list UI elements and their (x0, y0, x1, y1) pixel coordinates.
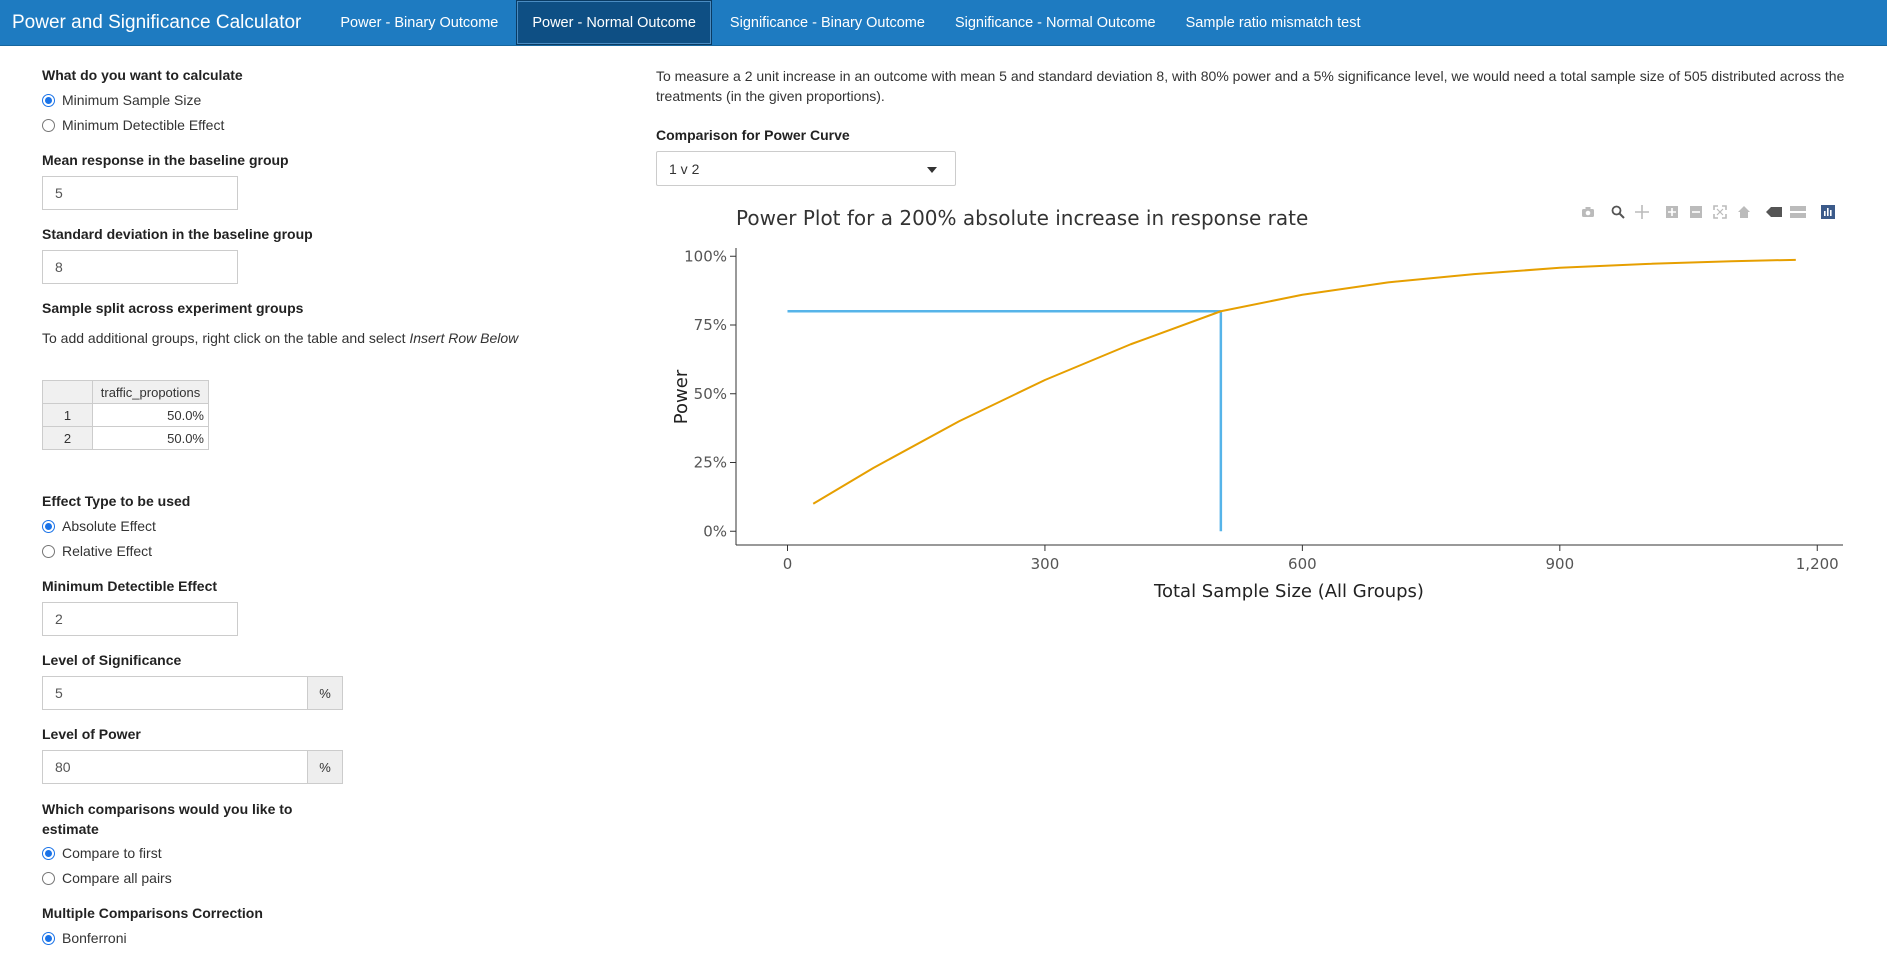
radio-checked-icon[interactable] (42, 93, 55, 107)
row-header[interactable]: 1 (42, 403, 93, 427)
home-icon[interactable] (1732, 201, 1756, 223)
chart-ticks: 0% 25% 50% 75% 100% 0 300 600 900 1,200 (684, 247, 1839, 573)
radio-checked-icon[interactable] (42, 931, 55, 945)
power-label: Level of Power (42, 726, 141, 742)
y-tick-label: 75% (694, 316, 727, 334)
x-tick-label: 300 (1031, 555, 1060, 573)
split-hint: To add additional groups, right click on… (42, 330, 518, 346)
percent-addon: % (307, 750, 343, 784)
split-hint-text: To add additional groups, right click on… (42, 330, 410, 346)
autoscale-icon[interactable] (1708, 201, 1732, 223)
table-row: 2 50.0% (42, 426, 209, 450)
y-tick-label: 50% (694, 385, 727, 403)
radio-bonferroni[interactable]: Bonferroni (42, 930, 127, 946)
x-tick-label: 1,200 (1796, 555, 1839, 573)
radio-absolute-effect[interactable]: Absolute Effect (42, 518, 156, 534)
y-tick-label: 100% (684, 247, 727, 265)
correction-label: Multiple Comparisons Correction (42, 905, 263, 921)
spike-lines-icon[interactable] (1762, 201, 1786, 223)
tab-power-normal[interactable]: Power - Normal Outcome (516, 0, 712, 45)
sd-input[interactable]: 8 (42, 250, 238, 284)
radio-checked-icon[interactable] (42, 846, 55, 860)
significance-label: Level of Significance (42, 652, 182, 668)
calc-label: What do you want to calculate (42, 67, 243, 83)
zoom-out-icon[interactable] (1684, 201, 1708, 223)
plot-modebar (1576, 201, 1840, 223)
zoom-icon[interactable] (1606, 201, 1630, 223)
x-tick-label: 600 (1288, 555, 1317, 573)
mean-label: Mean response in the baseline group (42, 152, 289, 168)
comparison-select[interactable]: 1 v 2 (656, 151, 956, 186)
compare-hover-icon[interactable] (1786, 201, 1810, 223)
radio-checked-icon[interactable] (42, 519, 55, 533)
chevron-down-icon (927, 167, 937, 173)
radio-min-detectible-effect[interactable]: Minimum Detectible Effect (42, 117, 224, 133)
radio-label: Minimum Sample Size (62, 92, 202, 108)
table-row: 1 50.0% (42, 403, 209, 427)
table-header-row: traffic_propotions (42, 380, 209, 404)
percent-addon: % (307, 676, 343, 710)
radio-unchecked-icon[interactable] (42, 118, 55, 132)
radio-unchecked-icon[interactable] (42, 871, 55, 885)
mean-input[interactable]: 5 (42, 176, 238, 210)
y-tick-label: 25% (694, 454, 727, 472)
x-tick-label: 0 (783, 555, 793, 573)
tab-power-binary[interactable]: Power - Binary Outcome (325, 0, 513, 45)
radio-label: Compare to first (62, 845, 162, 861)
split-hint-italic: Insert Row Below (409, 330, 519, 346)
chart-axes (735, 248, 1843, 546)
table-cell[interactable]: 50.0% (92, 403, 209, 427)
x-tick-label: 900 (1545, 555, 1574, 573)
column-header[interactable]: traffic_propotions (92, 380, 209, 404)
radio-label: Minimum Detectible Effect (62, 117, 225, 133)
radio-compare-all-pairs[interactable]: Compare all pairs (42, 870, 172, 886)
chart-series (787, 258, 1796, 532)
radio-unchecked-icon[interactable] (42, 544, 55, 558)
significance-input[interactable]: 5 (42, 676, 308, 710)
y-tick-label: 0% (703, 522, 727, 540)
radio-label: Bonferroni (62, 930, 127, 946)
traffic-split-table[interactable]: traffic_propotions 1 50.0% 2 50.0% (42, 380, 209, 450)
tab-significance-normal[interactable]: Significance - Normal Outcome (940, 0, 1171, 45)
comparison-label: Comparison for Power Curve (656, 127, 850, 143)
radio-label: Absolute Effect (62, 518, 156, 534)
mde-input[interactable]: 2 (42, 602, 238, 636)
tab-significance-binary[interactable]: Significance - Binary Outcome (715, 0, 940, 45)
chart-title: Power Plot for a 200% absolute increase … (736, 206, 1308, 230)
result-description: To measure a 2 unit increase in an outco… (656, 68, 1845, 104)
radio-min-sample-size[interactable]: Minimum Sample Size (42, 92, 201, 108)
row-header[interactable]: 2 (42, 426, 93, 450)
comparisons-label: Which comparisons would you like to esti… (42, 801, 293, 837)
sd-label: Standard deviation in the baseline group (42, 226, 313, 242)
pan-icon[interactable] (1630, 201, 1654, 223)
table-corner (42, 380, 93, 404)
radio-label: Compare all pairs (62, 870, 172, 886)
radio-compare-to-first[interactable]: Compare to first (42, 845, 162, 861)
navbar: Power and Significance Calculator Power … (0, 0, 1887, 46)
comparison-value: 1 v 2 (669, 160, 700, 177)
zoom-in-icon[interactable] (1660, 201, 1684, 223)
split-label: Sample split across experiment groups (42, 300, 304, 316)
plotly-logo-icon[interactable] (1816, 201, 1840, 223)
table-cell[interactable]: 50.0% (92, 426, 209, 450)
effect-type-label: Effect Type to be used (42, 493, 191, 509)
mde-label: Minimum Detectible Effect (42, 578, 218, 594)
y-axis-label: Power (671, 369, 692, 424)
x-axis-label: Total Sample Size (All Groups) (1153, 581, 1424, 602)
power-input[interactable]: 80 (42, 750, 308, 784)
camera-icon[interactable] (1576, 201, 1600, 223)
radio-label: Relative Effect (62, 543, 153, 559)
radio-relative-effect[interactable]: Relative Effect (42, 543, 152, 559)
power-curve-line (812, 258, 1796, 505)
app-title[interactable]: Power and Significance Calculator (0, 0, 313, 45)
tab-sample-ratio-mismatch[interactable]: Sample ratio mismatch test (1171, 0, 1376, 45)
